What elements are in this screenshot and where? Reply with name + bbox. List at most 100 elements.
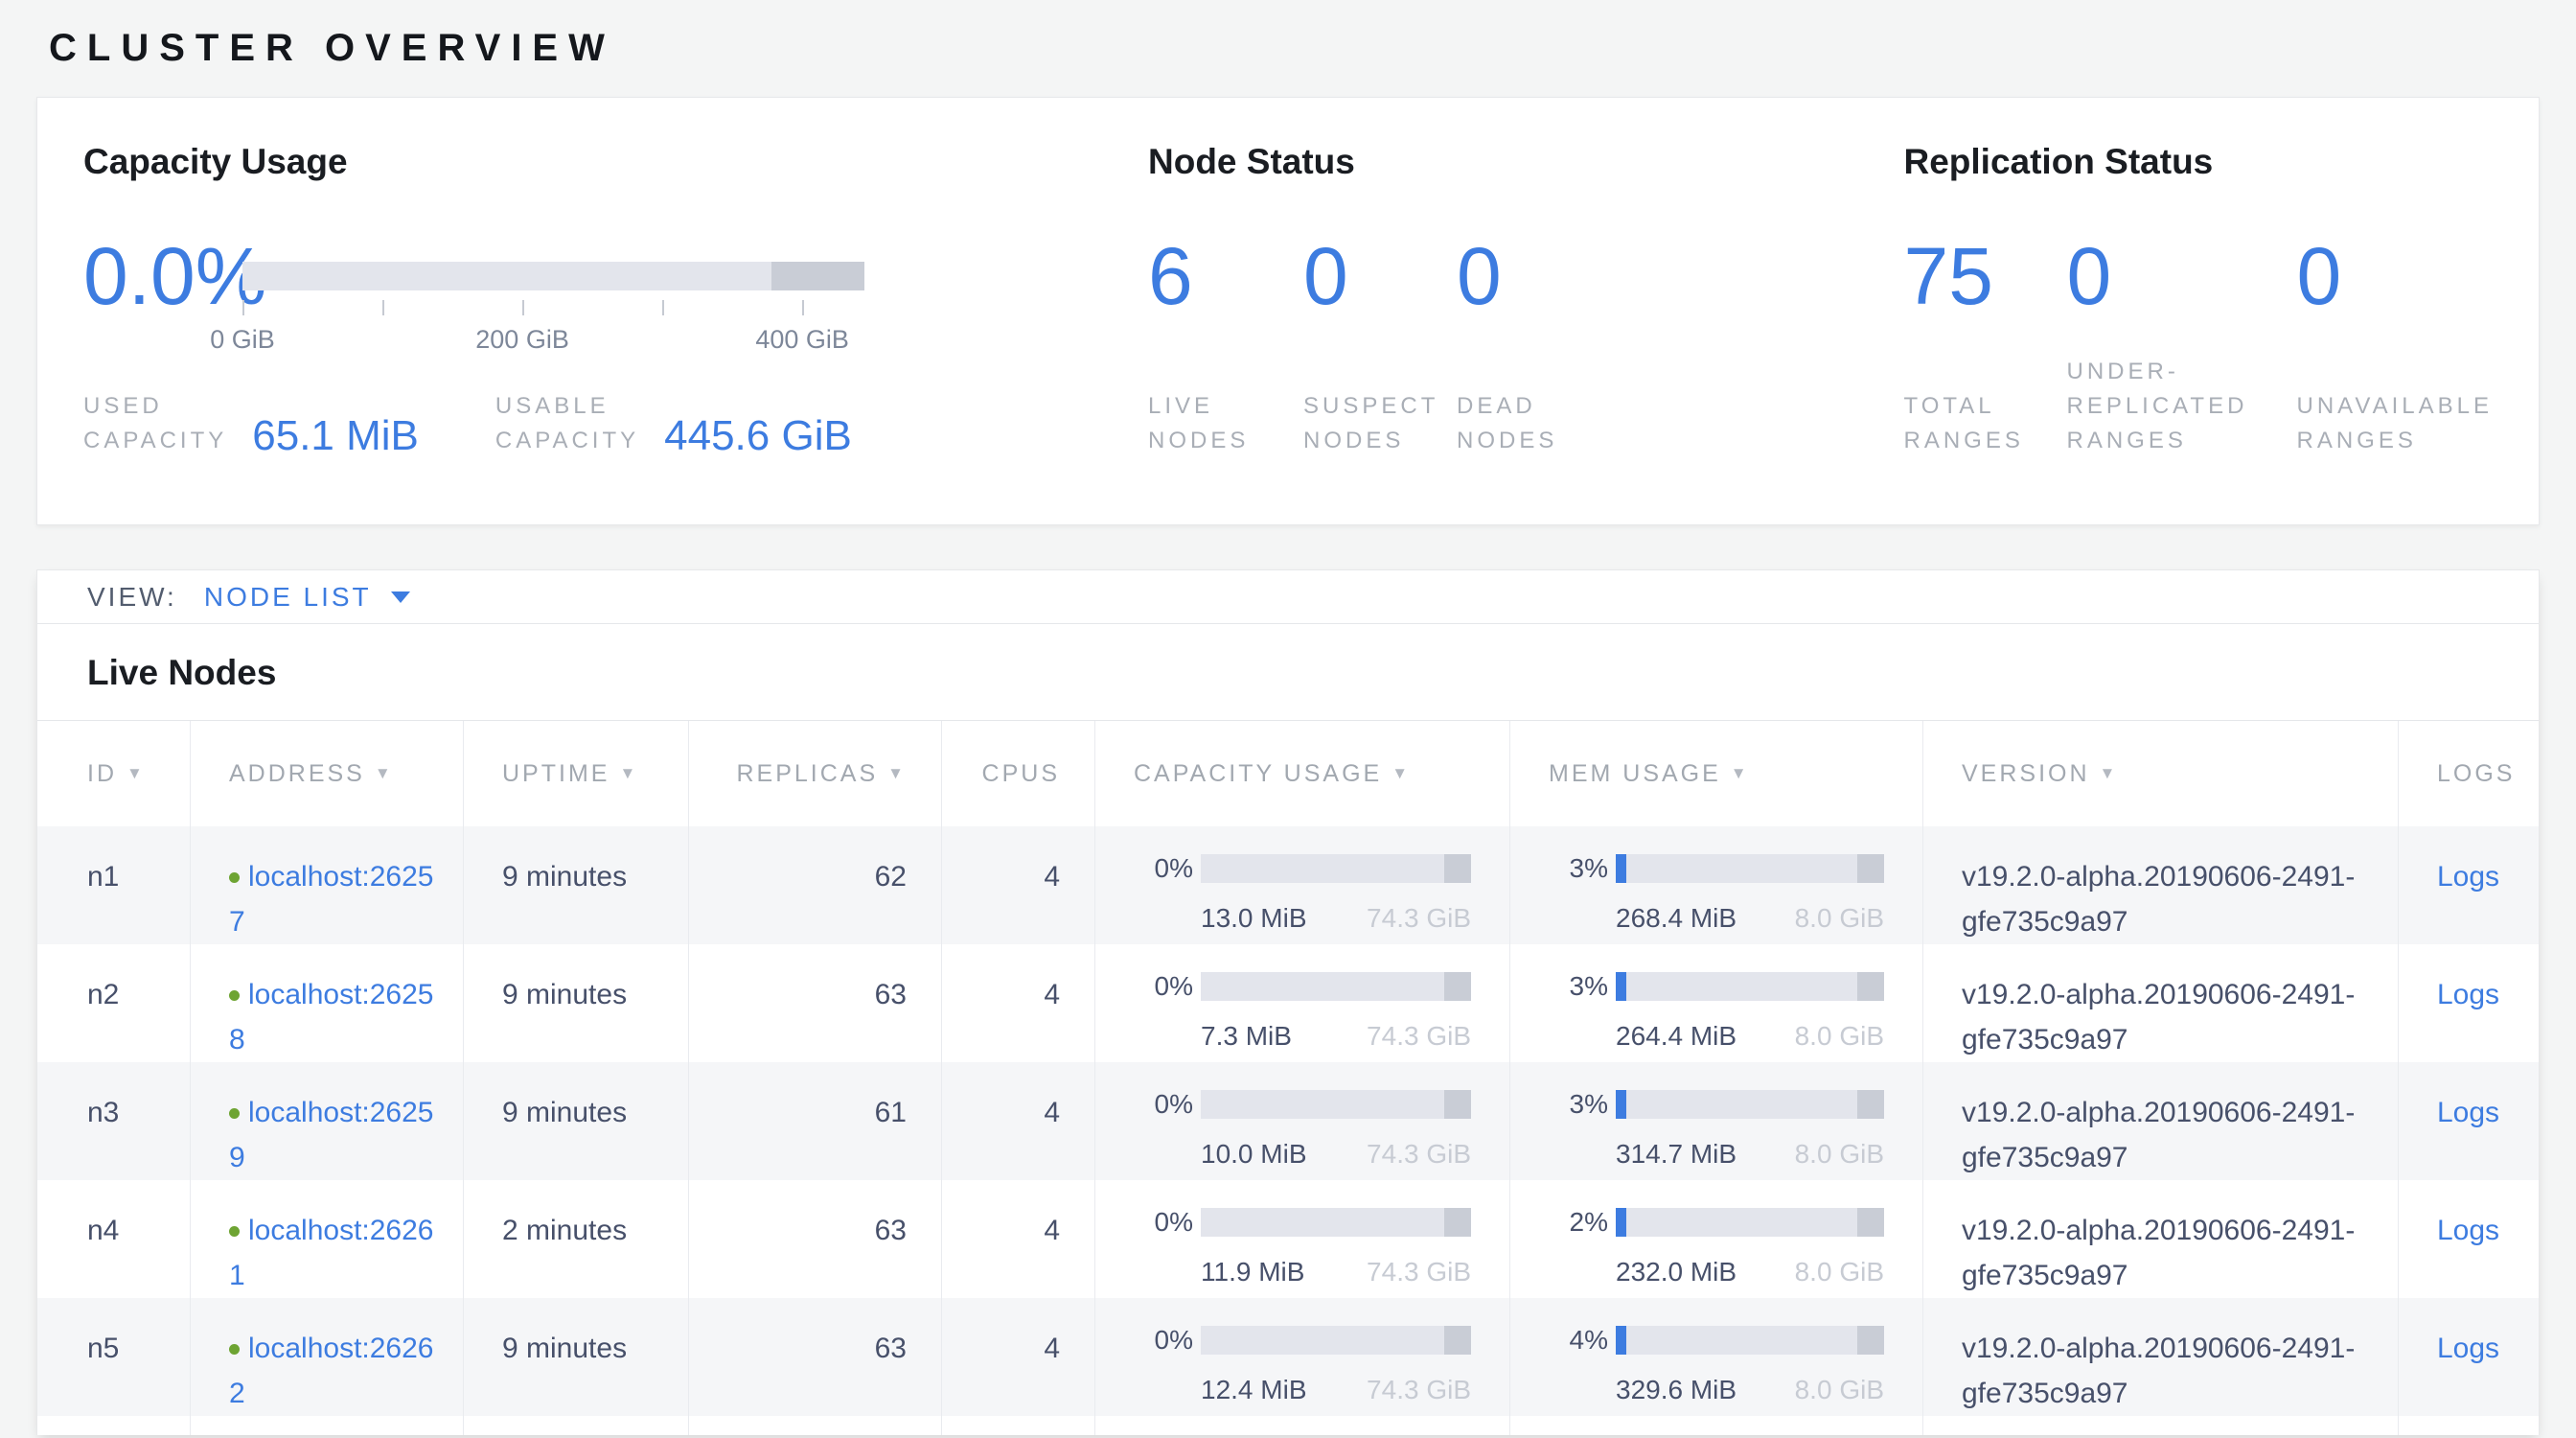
memory-meter: 4%329.6 MiB8.0 GiB	[1510, 1298, 1923, 1416]
capacity-meter-total-value: 74.3 GiB	[1367, 897, 1471, 939]
capacity-meter-percent: 0%	[1136, 1201, 1193, 1242]
node-id-cell: n1	[37, 826, 191, 944]
stat-label: UNDER-REPLICATEDRANGES	[2066, 355, 2296, 458]
capacity-meter-caption: 12.4 MiB74.3 GiB	[1201, 1369, 1471, 1410]
capacity-meter-used-value: 10.0 MiB	[1201, 1133, 1307, 1174]
stat-label: DEADNODES	[1457, 389, 1557, 458]
memory-meter: 3%314.7 MiB8.0 GiB	[1510, 1062, 1923, 1180]
address-link[interactable]: localhost:26257	[229, 861, 433, 938]
sort-arrow-icon: ▼	[126, 764, 146, 783]
node-cpus-cell: 4	[942, 1298, 1095, 1416]
live-nodes-table-header: ID▼ADDRESS▼UPTIME▼REPLICAS▼CPUSCAPACITY …	[37, 720, 2539, 826]
capacity-meter: 0%13.0 MiB 74.3 GiB	[1095, 826, 1510, 944]
column-header-replicas[interactable]: REPLICAS▼	[689, 721, 942, 826]
replication-status-stats: 75TOTALRANGES0UNDER-REPLICATEDRANGES0UNA…	[1903, 236, 2493, 458]
memory-meter-reserved-segment	[1857, 1090, 1884, 1119]
node-cpus-cell: 4	[942, 1180, 1095, 1298]
capacity-meter-reserved-segment	[1444, 1326, 1471, 1355]
capacity-meter-track	[1201, 1090, 1471, 1119]
node-version-cell: v19.2.0-alpha.20190606-2491-gfe735c9a97	[1923, 1062, 2399, 1180]
capacity-detail-label: USABLECAPACITY	[495, 389, 639, 458]
capacity-meter-total-value: 74.3 GiB	[1367, 1015, 1471, 1056]
column-header-uptime[interactable]: UPTIME▼	[464, 721, 689, 826]
summary-stat: 0 DEADNODES	[1457, 236, 1557, 458]
memory-meter-used-value: 268.4 MiB	[1616, 897, 1736, 939]
capacity-meter-total-value: 74.3 GiB	[1367, 1369, 1471, 1410]
memory-meter-reserved-segment	[1857, 854, 1884, 883]
page-title: CLUSTER OVERVIEW	[49, 27, 2540, 70]
stat-label: TOTALRANGES	[1903, 389, 2066, 458]
address-link[interactable]: localhost:26259	[229, 1097, 433, 1173]
memory-meter-reserved-segment	[1857, 1326, 1884, 1355]
node-id-cell: n3	[37, 1062, 191, 1180]
node-row: n2localhost:262589 minutes6340%7.3 MiB74…	[37, 944, 2539, 1062]
logs-link[interactable]: Logs	[2437, 1097, 2499, 1128]
replication-status-section: Replication Status 75TOTALRANGES0UNDER-R…	[1903, 142, 2493, 524]
column-header-mem-usage[interactable]: MEM USAGE▼	[1510, 721, 1923, 826]
memory-meter-used-value: 329.6 MiB	[1616, 1369, 1736, 1410]
address-link[interactable]: localhost:26261	[229, 1215, 433, 1291]
memory-meter-used-fill	[1616, 1208, 1626, 1237]
capacity-meter-total-value: 74.3 GiB	[1367, 1133, 1471, 1174]
live-status-dot	[229, 990, 240, 1001]
capacity-meter-track	[1201, 1326, 1471, 1355]
node-row: n1localhost:262579 minutes6240%13.0 MiB7…	[37, 826, 2539, 944]
memory-meter-bar-row: 2%	[1551, 1201, 1884, 1242]
node-list-panel: VIEW: NODE LIST Live Nodes ID▼ADDRESS▼UP…	[36, 569, 2540, 1435]
column-header-capacity-usage[interactable]: CAPACITY USAGE▼	[1095, 721, 1510, 826]
node-version-cell: v19.2.0-alpha.20190606-2491-gfe735c9a97	[1923, 944, 2399, 1062]
memory-meter: 3%264.4 MiB8.0 GiB	[1510, 944, 1923, 1062]
node-id-cell: n4	[37, 1180, 191, 1298]
capacity-meter-used-value: 13.0 MiB	[1201, 897, 1307, 939]
capacity-detail-value: 445.6 GiB	[664, 414, 852, 458]
capacity-meter: 0%11.9 MiB74.3 GiB	[1095, 1180, 1510, 1298]
column-header-cpus: CPUS	[942, 721, 1095, 826]
memory-meter-percent: 3%	[1551, 965, 1608, 1007]
node-row: n5localhost:262629 minutes6340%12.4 MiB7…	[37, 1298, 2539, 1416]
node-replicas-cell: 63	[689, 1298, 942, 1416]
partial-row-cell	[2399, 1416, 2539, 1435]
partial-row-cell	[1923, 1416, 2399, 1435]
address-link[interactable]: localhost:26258	[229, 979, 433, 1055]
capacity-meter-caption: 7.3 MiB74.3 GiB	[1201, 1015, 1471, 1056]
partial-row-cell	[37, 1416, 191, 1435]
capacity-meter-percent: 0%	[1136, 847, 1193, 889]
memory-meter-total-value: 8.0 GiB	[1795, 1133, 1884, 1174]
partial-row-cell	[942, 1416, 1095, 1435]
memory-meter: 3%268.4 MiB8.0 GiB	[1510, 826, 1923, 944]
node-replicas-cell: 63	[689, 944, 942, 1062]
capacity-usage-title: Capacity Usage	[83, 142, 1148, 182]
sort-arrow-icon: ▼	[1731, 764, 1750, 783]
summary-stat: 0SUSPECTNODES	[1303, 236, 1457, 458]
logs-link[interactable]: Logs	[2437, 979, 2499, 1010]
logs-link[interactable]: Logs	[2437, 1215, 2499, 1246]
column-header-address[interactable]: ADDRESS▼	[191, 721, 464, 826]
memory-meter-used-fill	[1616, 1090, 1626, 1119]
logs-link[interactable]: Logs	[2437, 1333, 2499, 1364]
logs-link[interactable]: Logs	[2437, 861, 2499, 893]
stat-value: 0	[1457, 236, 1557, 316]
column-header-id[interactable]: ID▼	[37, 721, 191, 826]
node-row: n4localhost:262612 minutes6340%11.9 MiB7…	[37, 1180, 2539, 1298]
capacity-detail-label: USEDCAPACITY	[83, 389, 227, 458]
view-selector-dropdown[interactable]: NODE LIST	[204, 582, 410, 613]
column-header-version[interactable]: VERSION▼	[1923, 721, 2399, 826]
capacity-detail-value: 65.1 MiB	[252, 414, 419, 458]
memory-meter-caption: 329.6 MiB8.0 GiB	[1616, 1369, 1884, 1410]
capacity-meter-track	[1201, 1208, 1471, 1237]
node-address-cell: localhost:26261	[191, 1180, 464, 1298]
view-label: VIEW:	[87, 582, 177, 613]
capacity-detail: USABLECAPACITY 445.6 GiB	[495, 389, 852, 458]
live-status-dot	[229, 1344, 240, 1355]
memory-meter-used-value: 264.4 MiB	[1616, 1015, 1736, 1056]
node-id-cell: n2	[37, 944, 191, 1062]
address-link[interactable]: localhost:26262	[229, 1333, 433, 1409]
memory-meter-track	[1616, 1326, 1884, 1355]
memory-meter-reserved-segment	[1857, 972, 1884, 1001]
axis-tick	[382, 300, 384, 315]
node-row: n3localhost:262599 minutes6140%10.0 MiB7…	[37, 1062, 2539, 1180]
node-version-cell: v19.2.0-alpha.20190606-2491-gfe735c9a97	[1923, 826, 2399, 944]
node-id-cell: n5	[37, 1298, 191, 1416]
live-nodes-table-body: n1localhost:262579 minutes6240%13.0 MiB7…	[37, 826, 2539, 1416]
capacity-meter: 0%12.4 MiB74.3 GiB	[1095, 1298, 1510, 1416]
